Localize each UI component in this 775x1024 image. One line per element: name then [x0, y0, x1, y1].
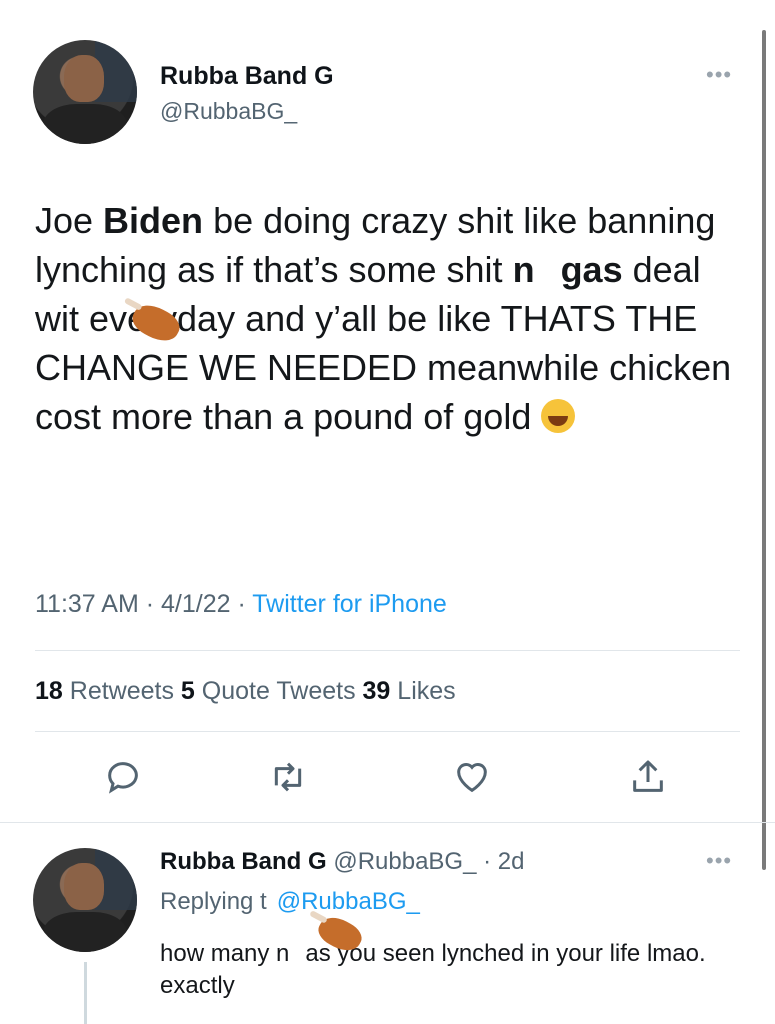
author-name[interactable]: Rubba Band G	[160, 62, 334, 91]
more-options-icon[interactable]: •••	[706, 848, 732, 874]
reply-text: how many n as you seen lynched in your li…	[160, 940, 706, 999]
divider	[0, 822, 775, 823]
avatar[interactable]	[33, 40, 137, 144]
reply-author-name[interactable]: Rubba Band G @RubbaBG_ · 2d	[160, 848, 524, 876]
replying-to-mention[interactable]: @RubbaBG_	[277, 888, 420, 915]
author-handle[interactable]: @RubbaBG_	[160, 98, 297, 125]
tweet-source-link[interactable]: Twitter for iPhone	[252, 590, 447, 618]
thread-line	[84, 962, 87, 1024]
retweet-icon[interactable]	[268, 757, 308, 797]
reply-icon[interactable]	[103, 757, 143, 797]
likes-stat[interactable]: 39 Likes	[363, 677, 456, 705]
quote-tweets-stat[interactable]: 5 Quote Tweets	[181, 677, 363, 705]
more-options-icon[interactable]: •••	[706, 62, 732, 88]
replying-to: Replying t @RubbaBG_	[160, 888, 420, 915]
retweets-stat[interactable]: 18 Retweets	[35, 677, 181, 705]
scrollbar[interactable]	[762, 30, 766, 870]
divider	[35, 731, 740, 732]
avatar[interactable]	[33, 848, 137, 952]
divider	[35, 650, 740, 651]
tweet-stats: 18 Retweets 5 Quote Tweets 39 Likes	[35, 677, 456, 706]
tweet-timestamp: 11:37 AM · 4/1/22 · Twitter for iPhone	[35, 590, 447, 618]
share-icon[interactable]	[628, 757, 668, 797]
laughing-tears-emoji-icon	[541, 399, 576, 433]
like-icon[interactable]	[452, 757, 492, 797]
